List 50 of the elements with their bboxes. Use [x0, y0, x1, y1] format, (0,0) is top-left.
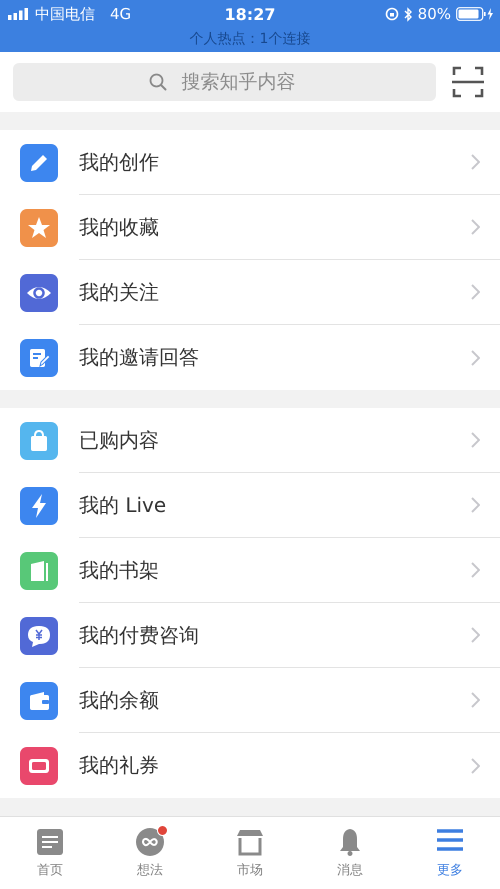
menu-label: 我的创作	[79, 148, 159, 176]
menu-row[interactable]: 我的收藏	[0, 195, 500, 260]
menu-row[interactable]: 我的余额	[0, 668, 500, 733]
menu-row[interactable]: 我的创作	[0, 130, 500, 195]
scan-icon[interactable]	[452, 66, 484, 98]
chevron-right-icon	[471, 758, 480, 774]
menu-row[interactable]: 我的邀请回答	[0, 325, 500, 390]
menu-label: 我的关注	[79, 278, 159, 306]
chevron-right-icon	[471, 219, 480, 235]
rotation-lock-icon	[384, 7, 399, 21]
menu-row[interactable]: 已购内容	[0, 408, 500, 473]
menu-label: 我的邀请回答	[79, 344, 199, 371]
tab-item[interactable]: 市场	[200, 817, 300, 889]
chevron-right-icon	[471, 497, 480, 513]
battery-charging-icon	[456, 7, 494, 21]
chevron-right-icon	[471, 562, 480, 578]
menu-row[interactable]: 我的关注	[0, 260, 500, 325]
menu-row[interactable]: 我的书架	[0, 538, 500, 603]
carrier-name: 中国电信	[35, 4, 95, 24]
menu-label: 我的余额	[79, 686, 159, 714]
chevron-right-icon	[471, 154, 480, 170]
battery-percent: 80%	[418, 5, 451, 23]
menu-label: 我的书架	[79, 556, 159, 584]
menu-row[interactable]: 我的付费咨询	[0, 603, 500, 668]
infinity-icon	[135, 827, 165, 857]
menu-label: 我的付费咨询	[79, 622, 199, 648]
chevron-right-icon	[471, 627, 480, 643]
clock-time: 18:27	[224, 4, 276, 24]
menu-row[interactable]: 我的礼券	[0, 733, 500, 798]
chevron-right-icon	[471, 692, 480, 708]
hotspot-text: 个人热点：1个连接	[190, 31, 310, 47]
chevron-right-icon	[471, 284, 480, 300]
document-icon	[35, 827, 65, 857]
chevron-right-icon	[471, 350, 480, 366]
chevron-right-icon	[471, 432, 480, 448]
tab-item[interactable]: 更多	[400, 817, 500, 889]
menu-label: 我的礼券	[79, 752, 159, 779]
tab-item[interactable]: 想法	[100, 817, 200, 889]
search-field[interactable]: 搜索知乎内容	[13, 63, 436, 101]
signal-icon	[8, 8, 30, 20]
tab-item[interactable]: 首页	[0, 817, 100, 889]
shop-icon	[235, 827, 265, 857]
menu-label: 我的收藏	[79, 214, 159, 240]
tab-item[interactable]: 消息	[300, 817, 400, 889]
menu-row[interactable]: 我的 Live	[0, 473, 500, 538]
menu-label: 已购内容	[79, 426, 159, 454]
bluetooth-icon	[404, 6, 413, 22]
network-type: 4G	[110, 5, 132, 23]
menu-label: 我的 Live	[79, 492, 166, 518]
search-icon	[149, 73, 167, 91]
